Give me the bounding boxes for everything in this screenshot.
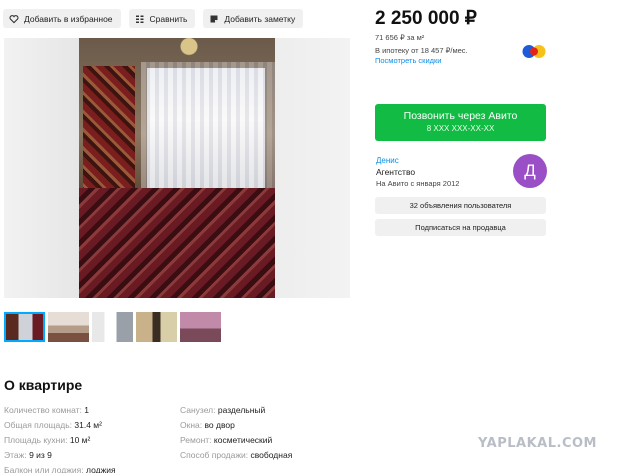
param-key: Количество комнат:: [4, 405, 82, 415]
call-button-label: Позвонить через Авито: [403, 110, 518, 122]
add-to-favorites-button[interactable]: Добавить в избранное: [3, 9, 121, 28]
seller-type: Агентство: [376, 167, 416, 177]
param-value: раздельный: [217, 405, 266, 415]
param-total-area: Общая площадь: 31.4 м²: [4, 418, 116, 433]
param-rooms: Количество комнат: 1: [4, 403, 116, 418]
compare-button[interactable]: Сравнить: [128, 9, 196, 28]
param-renovation: Ремонт: косметический: [180, 433, 292, 448]
param-kitchen-area: Площадь кухни: 10 м²: [4, 433, 116, 448]
thumbnail-1[interactable]: [4, 312, 45, 342]
thumbnail-5[interactable]: [180, 312, 221, 342]
param-value: 31.4 м²: [74, 420, 102, 430]
seller-since: На Авито с января 2012: [376, 179, 460, 188]
avatar[interactable]: Д: [513, 154, 547, 188]
param-floor: Этаж: 9 из 9: [4, 448, 116, 463]
main-photo[interactable]: [79, 38, 275, 298]
thumbnail-2[interactable]: [48, 312, 89, 342]
heart-icon: [9, 14, 19, 24]
action-toolbar: Добавить в избранное Сравнить Добавить з…: [3, 9, 304, 28]
param-value: во двор: [204, 420, 235, 430]
thumbnail-4[interactable]: [136, 312, 177, 342]
param-sale-type: Способ продажи: свободная: [180, 448, 292, 463]
param-balcony: Балкон или лоджия: лоджия: [4, 463, 116, 473]
favorites-label: Добавить в избранное: [24, 13, 113, 24]
params-left: Количество комнат: 1 Общая площадь: 31.4…: [4, 403, 116, 473]
compare-icon: [135, 14, 145, 24]
param-key: Санузел:: [180, 405, 216, 415]
about-title: О квартире: [4, 377, 83, 393]
photo-chandelier: [169, 38, 209, 66]
note-icon: [209, 14, 219, 24]
param-value: свободная: [250, 450, 293, 460]
params-right: Санузел: раздельный Окна: во двор Ремонт…: [180, 403, 292, 463]
param-key: Способ продажи:: [180, 450, 249, 460]
bank-logo-icon[interactable]: [521, 44, 547, 59]
photo-carpet: [83, 66, 135, 201]
seller-name-link[interactable]: Денис: [376, 156, 399, 165]
param-value: косметический: [213, 435, 273, 445]
call-button-phone: 8 XXX XXX-XX-XX: [426, 124, 495, 133]
param-key: Окна:: [180, 420, 203, 430]
param-value: 9 из 9: [29, 450, 52, 460]
param-key: Этаж:: [4, 450, 27, 460]
param-key: Общая площадь:: [4, 420, 73, 430]
compare-label: Сравнить: [149, 13, 188, 24]
param-value: 1: [84, 405, 89, 415]
photo-sofa: [79, 188, 275, 298]
user-listings-button[interactable]: 32 объявления пользователя: [375, 197, 546, 214]
photo-gallery[interactable]: [4, 38, 350, 298]
param-key: Балкон или лоджия:: [4, 465, 84, 473]
param-key: Площадь кухни:: [4, 435, 68, 445]
gallery-blur-left: [4, 38, 79, 298]
site-watermark: YAPLAKAL.COM: [478, 436, 597, 451]
param-bathroom: Санузел: раздельный: [180, 403, 292, 418]
note-label: Добавить заметку: [224, 13, 296, 24]
price: 2 250 000 ₽: [375, 8, 477, 29]
param-value: 10 м²: [69, 435, 91, 445]
thumbnail-strip: [4, 312, 221, 342]
param-value: лоджия: [86, 465, 116, 473]
thumbnail-3[interactable]: [92, 312, 133, 342]
mortgage-info: В ипотеку от 18 457 ₽/мес.: [375, 46, 468, 55]
param-key: Ремонт:: [180, 435, 212, 445]
discounts-link[interactable]: Посмотреть скидки: [375, 56, 442, 65]
gallery-blur-right: [275, 38, 350, 298]
price-per-meter: 71 656 ₽ за м²: [375, 33, 425, 42]
call-button[interactable]: Позвонить через Авито 8 XXX XXX-XX-XX: [375, 104, 546, 141]
add-note-button[interactable]: Добавить заметку: [203, 9, 304, 28]
param-windows: Окна: во двор: [180, 418, 292, 433]
subscribe-seller-button[interactable]: Подписаться на продавца: [375, 219, 546, 236]
